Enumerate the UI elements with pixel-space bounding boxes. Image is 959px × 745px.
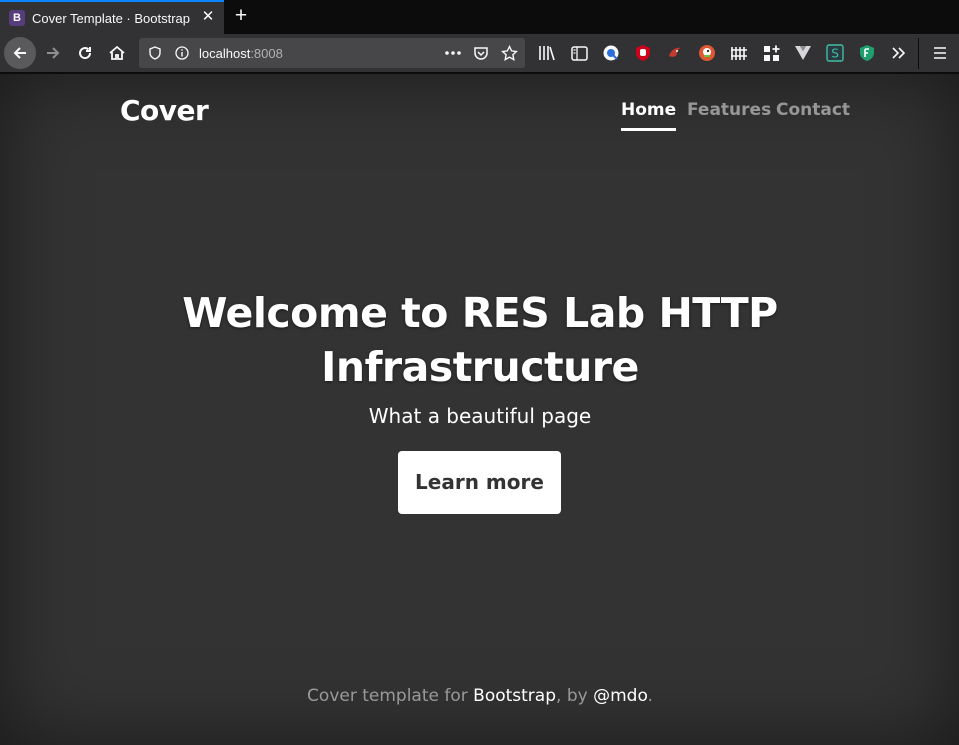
footer-text: Cover template for Bootstrap, by @mdo. — [140, 686, 820, 706]
new-tab-icon[interactable]: + — [230, 5, 252, 27]
footer-mdo-link[interactable]: @mdo — [593, 686, 647, 706]
brand-title[interactable]: Cover — [120, 94, 209, 127]
extension-vue-icon[interactable] — [793, 43, 813, 63]
page-actions-icon[interactable] — [444, 44, 462, 62]
forward-arrow-icon — [47, 47, 60, 59]
home-button[interactable] — [102, 38, 132, 68]
footer-prefix: Cover template for — [307, 686, 474, 706]
extension-shield-green-icon[interactable] — [857, 43, 877, 63]
footer-middle: , by — [556, 686, 594, 706]
library-icon[interactable] — [537, 43, 557, 63]
footer-suffix: . — [647, 686, 653, 706]
extension-duckduckgo-icon[interactable] — [697, 43, 717, 63]
url-host: localhost — [199, 46, 251, 61]
extension-ublock-icon[interactable] — [633, 43, 653, 63]
tab-title: Cover Template · Bootstrap — [32, 10, 190, 26]
extension-translate-icon[interactable] — [601, 43, 621, 63]
footer-bootstrap-link[interactable]: Bootstrap — [473, 686, 556, 706]
page-viewport: Cover Home Features Contact Welcome to R… — [0, 74, 959, 745]
reload-button[interactable] — [70, 38, 100, 68]
hero-heading-line1: Welcome to RES Lab HTTP — [182, 289, 778, 337]
bookmark-star-icon[interactable] — [500, 44, 518, 62]
nav-contact-link[interactable]: Contact — [776, 100, 850, 120]
navigation-toolbar: localhost:8008 S — [0, 34, 959, 73]
hero-lead: What a beautiful page — [368, 404, 592, 428]
url-text[interactable]: localhost:8008 — [199, 46, 283, 61]
back-arrow-icon — [13, 47, 26, 59]
bootstrap-favicon-icon: B — [9, 10, 25, 26]
extension-fence-icon[interactable] — [729, 43, 749, 63]
reload-icon — [79, 47, 92, 60]
site-info-icon[interactable] — [173, 44, 191, 62]
extension-s-icon[interactable]: S — [825, 43, 845, 63]
learn-more-button[interactable]: Learn more — [398, 451, 561, 514]
url-port: :8008 — [250, 46, 283, 61]
close-tab-icon[interactable]: ✕ — [200, 9, 216, 25]
pocket-icon[interactable] — [472, 44, 490, 62]
hero-heading: Welcome to RES Lab HTTP Infrastructure — [140, 286, 820, 394]
nav-home-link[interactable]: Home — [621, 100, 677, 131]
url-bar[interactable]: localhost:8008 — [139, 38, 525, 68]
forward-button[interactable] — [38, 38, 68, 68]
hamburger-menu-icon[interactable] — [930, 43, 950, 63]
extension-bird-icon[interactable] — [665, 43, 685, 63]
home-icon — [109, 45, 125, 60]
nav-features-link[interactable]: Features — [687, 100, 771, 120]
tab-strip: B Cover Template · Bootstrap ✕ + — [0, 0, 959, 34]
extension-grid-icon[interactable] — [761, 43, 781, 63]
tab-cover-template[interactable]: B Cover Template · Bootstrap ✕ — [0, 0, 224, 34]
back-button[interactable] — [4, 37, 36, 69]
toolbar-separator — [918, 38, 919, 69]
tracking-shield-icon[interactable] — [146, 44, 164, 62]
svg-text:S: S — [831, 47, 839, 61]
overflow-chevrons-icon[interactable] — [889, 43, 909, 63]
hero-heading-line2: Infrastructure — [321, 343, 639, 391]
sidebar-icon[interactable] — [569, 43, 589, 63]
